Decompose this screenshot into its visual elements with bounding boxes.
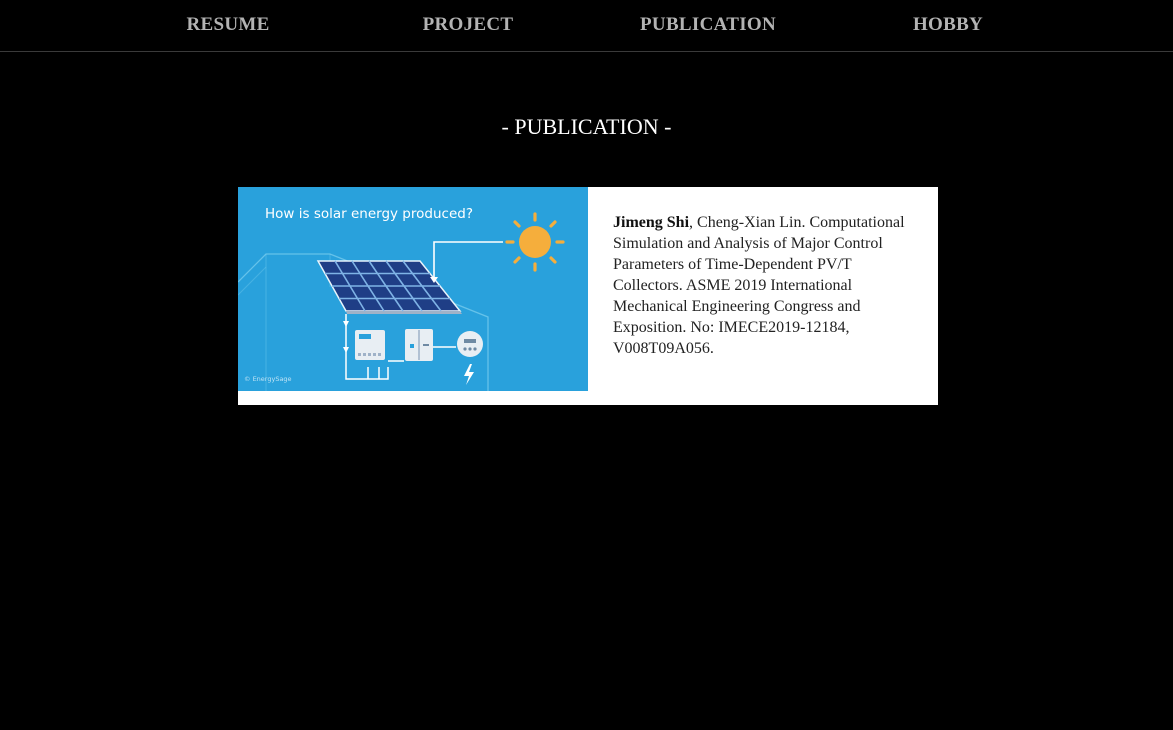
publication-author-bold: Jimeng Shi bbox=[613, 214, 690, 231]
inverter-icon bbox=[355, 330, 385, 360]
nav-publication-link[interactable]: PUBLICATION bbox=[588, 14, 828, 36]
publication-citation-details: , Cheng-Xian Lin. Computational Simulati… bbox=[613, 214, 905, 357]
meter-icon bbox=[457, 331, 483, 357]
solar-panel-icon bbox=[316, 260, 462, 314]
publication-card: © EnergySage How is solar energy produce… bbox=[238, 187, 938, 405]
nav-resume-link[interactable]: RESUME bbox=[108, 14, 348, 36]
nav-project-link[interactable]: PROJECT bbox=[348, 14, 588, 36]
image-caption: How is solar energy produced? bbox=[265, 206, 473, 222]
solar-energy-illustration[interactable]: © EnergySage How is solar energy produce… bbox=[238, 187, 588, 391]
section-title: - PUBLICATION - bbox=[501, 114, 672, 139]
top-navigation: RESUME PROJECT PUBLICATION HOBBY bbox=[0, 0, 1173, 52]
breaker-box-icon bbox=[405, 329, 433, 361]
lightning-icon bbox=[464, 364, 474, 385]
nav-hobby-link[interactable]: HOBBY bbox=[828, 14, 1068, 36]
publication-citation: Jimeng Shi, Cheng-Xian Lin. Computationa… bbox=[613, 212, 918, 359]
image-credit: © EnergySage bbox=[244, 375, 292, 383]
sun-icon bbox=[505, 212, 565, 272]
